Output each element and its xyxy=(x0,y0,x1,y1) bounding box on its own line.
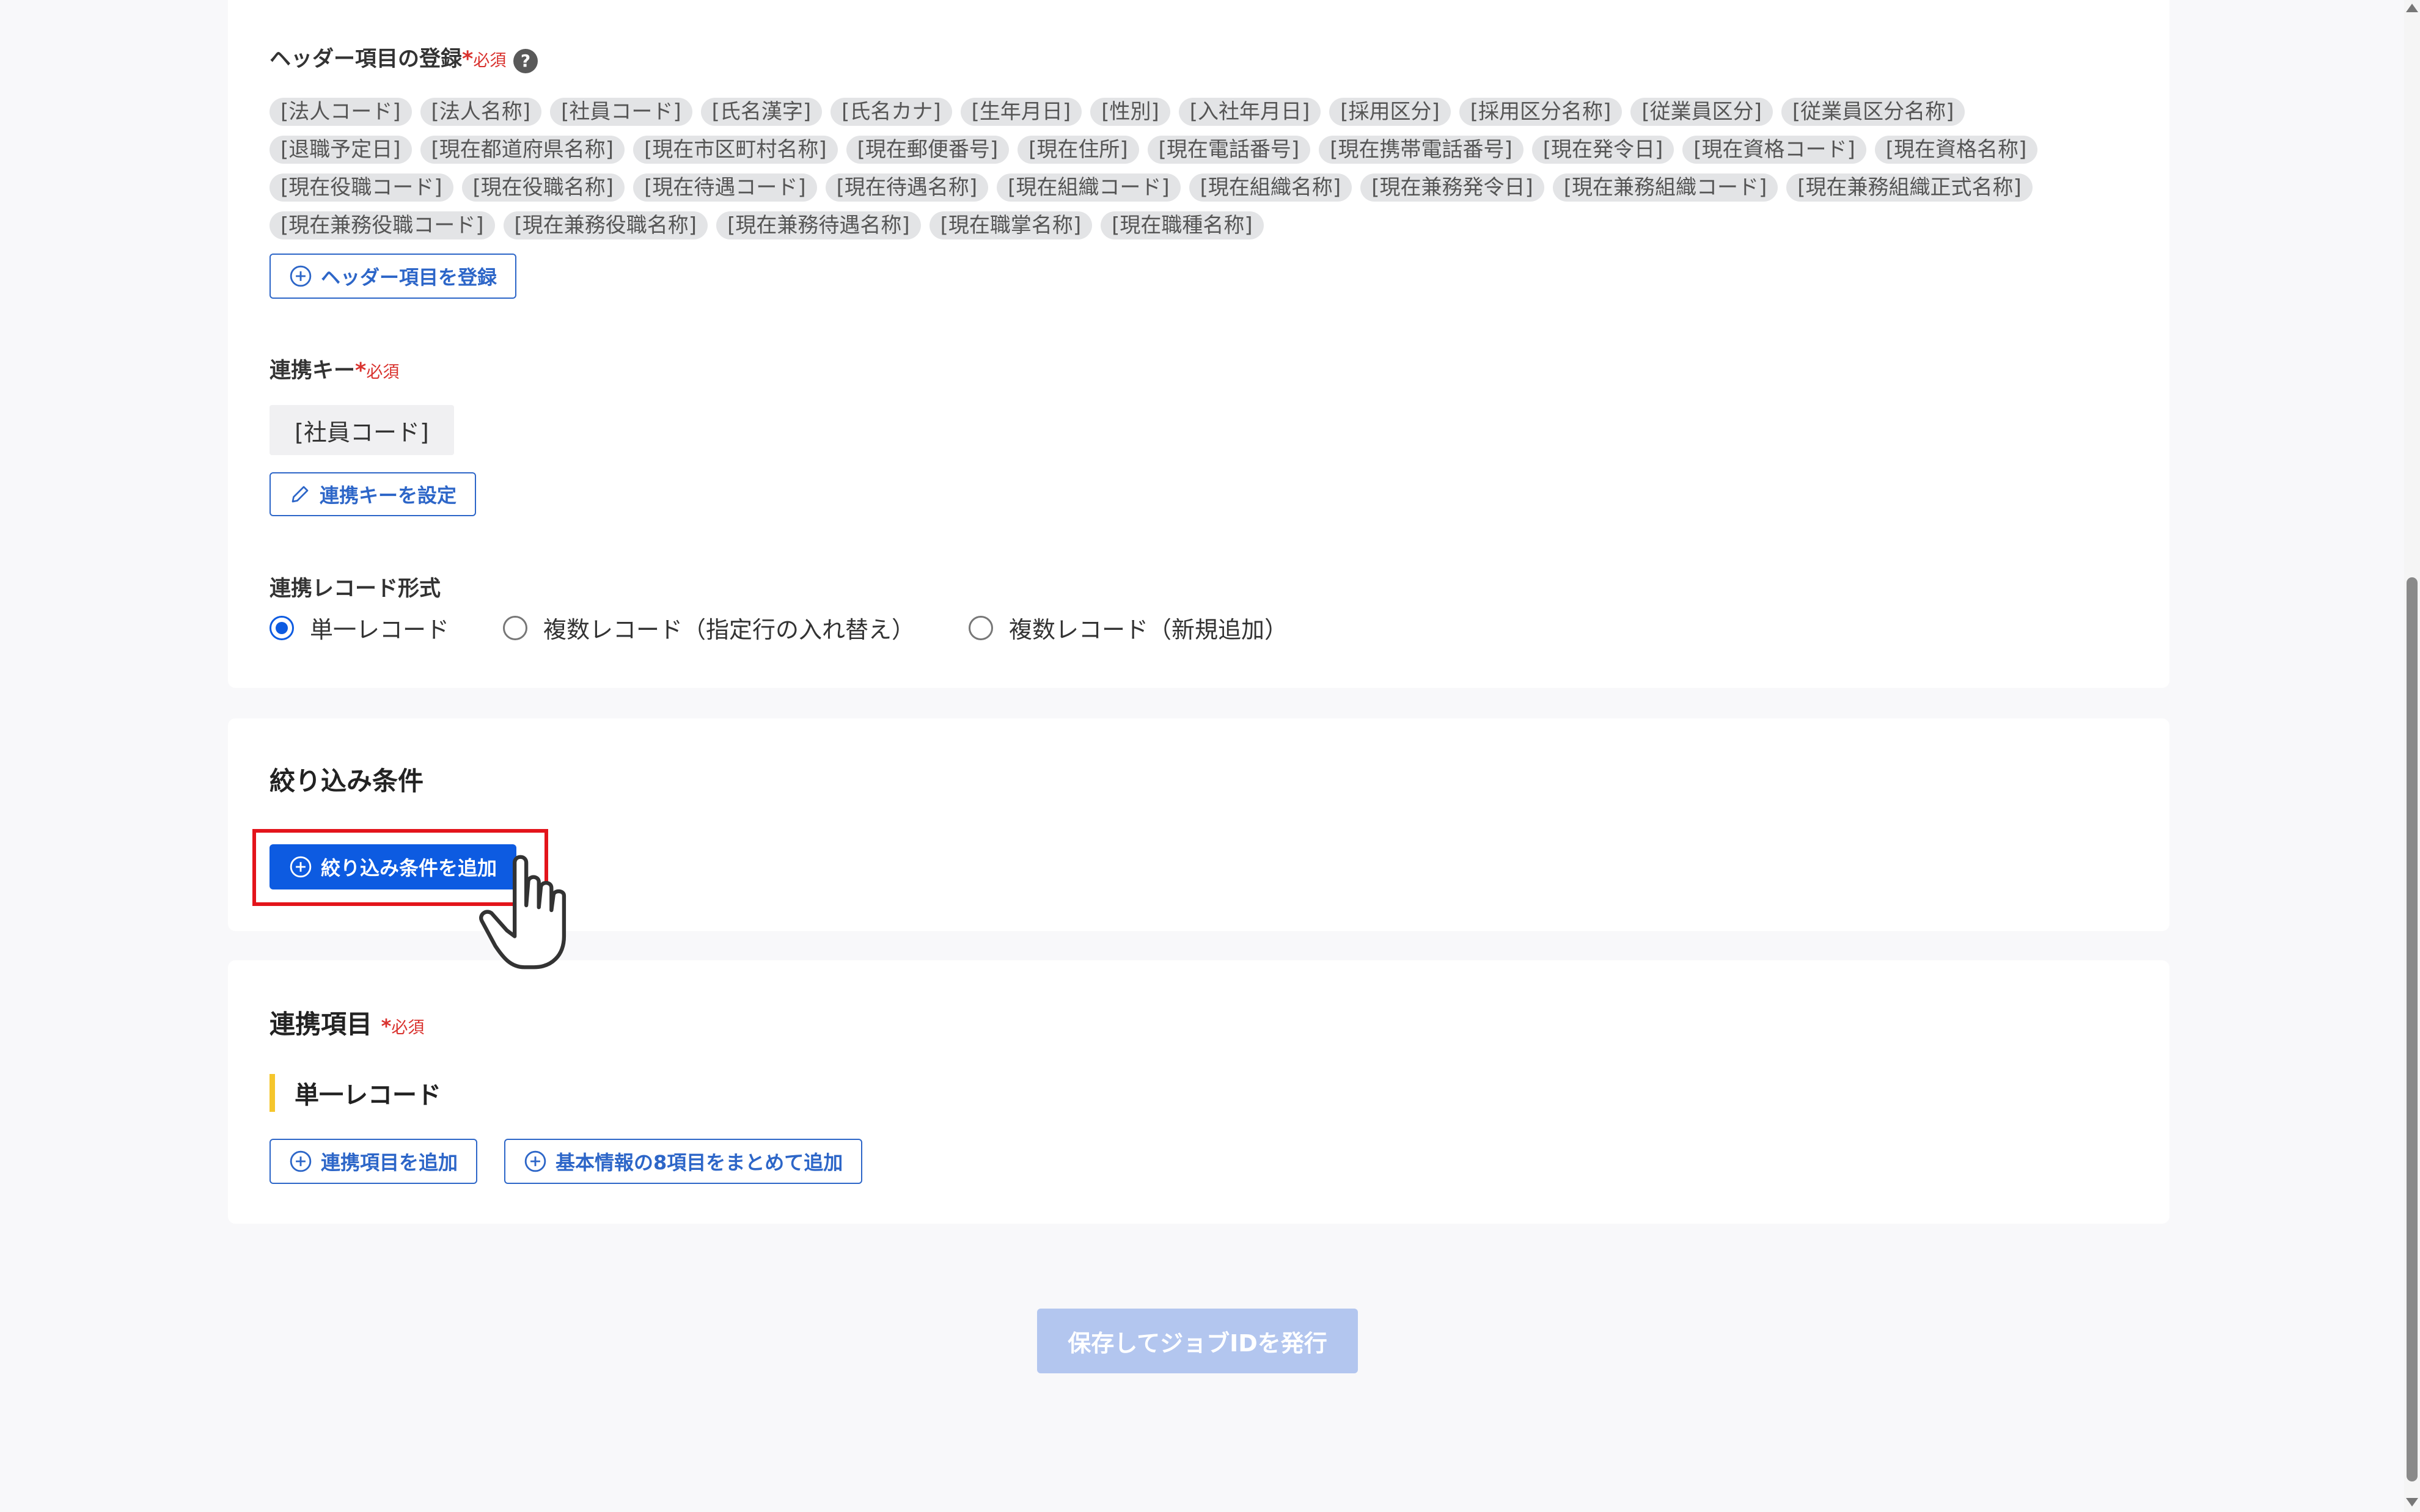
header-item-chip: [現在兼務待遇名称] xyxy=(716,211,921,239)
radio-multi-add[interactable]: 複数レコード（新規追加） xyxy=(969,611,1288,645)
record-format-radio-group: 単一レコード 複数レコード（指定行の入れ替え） 複数レコード（新規追加） xyxy=(270,611,1341,645)
radio-label: 単一レコード xyxy=(310,616,450,643)
save-and-issue-job-id-button[interactable]: 保存してジョブIDを発行 xyxy=(1037,1309,1358,1373)
required-text: 必須 xyxy=(366,363,400,382)
radio-multi-replace[interactable]: 複数レコード（指定行の入れ替え） xyxy=(503,611,915,645)
header-item-chip: [現在役職名称] xyxy=(461,173,625,202)
add-basic-info-label: 基本情報の8項目をまとめて追加 xyxy=(556,1151,843,1174)
chip-row: [現在役職コード] [現在役職名称] [現在待遇コード] [現在待遇名称] [現在組織コ… xyxy=(270,169,2127,206)
radio-button[interactable] xyxy=(503,615,528,640)
header-item-chip: [入社年月日] xyxy=(1178,98,1321,126)
header-item-chip: [現在職掌名称] xyxy=(929,211,1093,239)
required-mark: * xyxy=(355,359,367,383)
set-link-key-label: 連携キーを設定 xyxy=(320,484,457,507)
plus-circle-icon xyxy=(290,1150,312,1172)
chip-row: [退職予定日] [現在都道府県名称] [現在市区町村名称] [現在郵便番号] [現在住所… xyxy=(270,131,2127,169)
chip-row: [法人コード] [法人名称] [社員コード] [氏名漢字] [氏名カナ] [生年月日] [性… xyxy=(270,93,2127,131)
header-items-label: ヘッダー項目の登録*必須 xyxy=(270,42,506,73)
scroll-up-arrow[interactable] xyxy=(2406,4,2418,12)
header-item-chip: [現在組織コード] xyxy=(997,173,1181,202)
radio-single-record[interactable]: 単一レコード xyxy=(270,611,449,645)
header-item-chip: [現在役職コード] xyxy=(270,173,453,202)
link-items-title-text: 連携項目 xyxy=(270,1009,373,1039)
hand-pointer-icon xyxy=(479,855,566,970)
header-item-chip: [氏名カナ] xyxy=(831,98,952,126)
header-item-chip: [現在兼務組織コード] xyxy=(1552,173,1778,202)
plus-circle-icon xyxy=(290,265,312,287)
link-key-value: [社員コード] xyxy=(270,405,454,455)
set-link-key-button[interactable]: 連携キーを設定 xyxy=(270,472,477,516)
header-items-label-text: ヘッダー項目の登録 xyxy=(270,47,463,71)
filter-title: 絞り込み条件 xyxy=(270,766,424,796)
chip-row: [現在兼務役職コード] [現在兼務役職名称] [現在兼務待遇名称] [現在職掌名称] [… xyxy=(270,206,2127,244)
link-items-title: 連携項目 *必須 xyxy=(270,1004,424,1041)
register-header-label: ヘッダー項目を登録 xyxy=(321,266,497,289)
header-item-chip: [現在待遇名称] xyxy=(825,173,989,202)
header-item-chip: [法人コード] xyxy=(270,98,412,126)
header-item-chip: [現在市区町村名称] xyxy=(633,136,838,164)
scrollbar-thumb[interactable] xyxy=(2407,577,2418,1481)
header-item-chip: [現在電話番号] xyxy=(1147,136,1311,164)
header-item-chip: [現在都道府県名称] xyxy=(420,136,625,164)
header-item-chip: [現在組織名称] xyxy=(1189,173,1352,202)
link-key-label: 連携キー*必須 xyxy=(270,353,399,384)
header-item-chip: [現在待遇コード] xyxy=(633,173,817,202)
header-item-chip: [現在兼務役職名称] xyxy=(503,211,708,239)
header-item-chip: [従業員区分名称] xyxy=(1781,98,1965,126)
required-mark: * xyxy=(462,47,474,71)
header-item-chip: [法人名称] xyxy=(420,98,542,126)
add-link-item-label: 連携項目を追加 xyxy=(321,1151,458,1174)
header-item-chip: [社員コード] xyxy=(550,98,692,126)
header-item-chips: [法人コード] [法人名称] [社員コード] [氏名漢字] [氏名カナ] [生年月日] [性… xyxy=(270,93,2127,244)
header-item-chip: [現在住所] xyxy=(1018,136,1139,164)
header-item-chip: [氏名漢字] xyxy=(700,98,823,126)
radio-label: 複数レコード（指定行の入れ替え） xyxy=(543,616,915,643)
add-basic-info-button[interactable]: 基本情報の8項目をまとめて追加 xyxy=(504,1139,863,1184)
header-item-chip: [現在兼務発令日] xyxy=(1360,173,1544,202)
header-item-chip: [現在資格名称] xyxy=(1874,136,2038,164)
question-icon[interactable]: ? xyxy=(513,49,538,73)
header-item-chip: [採用区分名称] xyxy=(1459,98,1623,126)
record-format-label: 連携レコード形式 xyxy=(270,577,441,601)
link-key-label-text: 連携キー xyxy=(270,359,356,383)
required-text: 必須 xyxy=(473,51,507,70)
link-items-card xyxy=(228,960,2169,1224)
header-item-chip: [退職予定日] xyxy=(270,136,412,164)
header-item-chip: [採用区分] xyxy=(1329,98,1451,126)
header-item-chip: [現在職種名称] xyxy=(1101,211,1264,239)
radio-button[interactable] xyxy=(969,615,994,640)
plus-circle-icon xyxy=(524,1150,546,1172)
radio-button[interactable] xyxy=(270,615,294,640)
header-item-chip: [現在郵便番号] xyxy=(846,136,1010,164)
header-item-chip: [現在兼務組織正式名称] xyxy=(1786,173,2033,202)
header-item-chip: [現在携帯電話番号] xyxy=(1319,136,1524,164)
header-item-chip: [現在兼務役職コード] xyxy=(270,211,495,239)
scroll-down-arrow[interactable] xyxy=(2406,1498,2418,1507)
register-header-button[interactable]: ヘッダー項目を登録 xyxy=(270,254,517,299)
header-item-chip: [性別] xyxy=(1090,98,1170,126)
add-link-item-button[interactable]: 連携項目を追加 xyxy=(270,1139,478,1184)
header-item-chip: [現在資格コード] xyxy=(1682,136,1866,164)
header-item-chip: [従業員区分] xyxy=(1630,98,1773,126)
header-item-chip: [生年月日] xyxy=(960,98,1082,126)
required-mark: * xyxy=(381,1015,392,1038)
required-text: 必須 xyxy=(391,1018,425,1037)
header-item-chip: [現在発令日] xyxy=(1531,136,1674,164)
radio-label: 複数レコード（新規追加） xyxy=(1009,616,1288,643)
pencil-icon xyxy=(292,486,309,503)
single-record-heading: 単一レコード xyxy=(270,1074,441,1112)
